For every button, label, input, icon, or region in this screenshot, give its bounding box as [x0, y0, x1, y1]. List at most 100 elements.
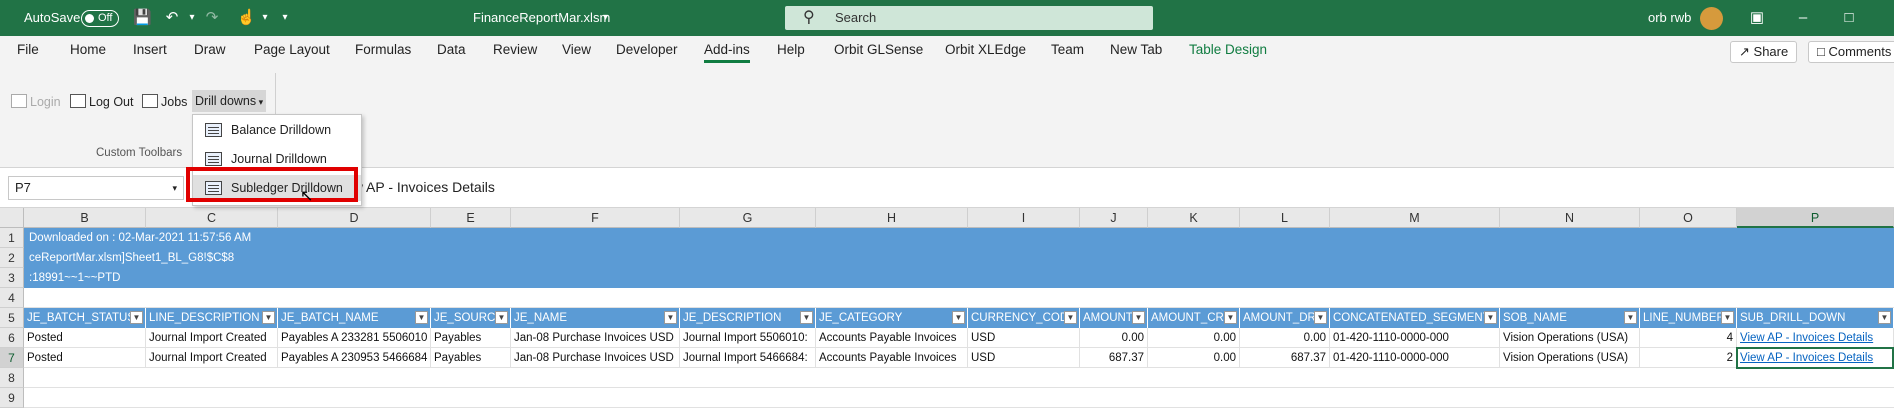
column-header[interactable]: L [1240, 208, 1330, 228]
column-header[interactable]: O [1640, 208, 1737, 228]
table-cell[interactable]: Jan-08 Purchase Invoices USD [511, 348, 680, 368]
table-header-cell[interactable]: AMOUNT_DR ▼ [1240, 308, 1330, 328]
row-header-selected[interactable]: 7 [0, 348, 24, 368]
tab-file[interactable]: File [17, 42, 39, 57]
column-header[interactable]: F [511, 208, 680, 228]
undo-icon[interactable]: ↶ [163, 9, 181, 27]
tab-developer[interactable]: Developer [616, 42, 678, 57]
table-header-cell[interactable]: SUB_DRILL_DOWN ▼ [1737, 308, 1894, 328]
source-reference[interactable]: ceReportMar.xlsm]Sheet1_BL_G8!$C$8 [29, 248, 234, 268]
table-cell[interactable]: 01-420-1110-0000-000 [1330, 348, 1500, 368]
empty-row[interactable] [24, 368, 1894, 388]
filter-dropdown-icon[interactable]: ▼ [952, 311, 965, 324]
tab-insert[interactable]: Insert [133, 42, 167, 57]
document-title[interactable]: FinanceReportMar.xlsm [473, 0, 610, 36]
filter-dropdown-icon[interactable]: ▼ [1721, 311, 1734, 324]
column-header[interactable]: C [146, 208, 278, 228]
table-header-cell[interactable]: JE_BATCH_NAME ▼ [278, 308, 431, 328]
table-cell[interactable]: Journal Import 5466684: [680, 348, 816, 368]
tab-orbit-xledge[interactable]: Orbit XLEdge [945, 42, 1026, 57]
column-header[interactable]: G [680, 208, 816, 228]
tab-view[interactable]: View [562, 42, 591, 57]
table-cell[interactable]: USD [968, 348, 1080, 368]
filter-dropdown-icon[interactable]: ▼ [130, 311, 143, 324]
comments-button[interactable]: □ Comments [1808, 41, 1894, 63]
table-cell[interactable]: Journal Import 5506010: [680, 328, 816, 348]
tab-formulas[interactable]: Formulas [355, 42, 411, 57]
touch-dropdown-icon[interactable]: ▾ [256, 9, 274, 27]
title-chevron-down-icon[interactable]: ▾ [603, 0, 608, 36]
row-header[interactable]: 8 [0, 368, 24, 388]
filter-dropdown-icon[interactable]: ▼ [1878, 311, 1891, 324]
tab-help[interactable]: Help [777, 42, 805, 57]
table-header-cell[interactable]: AMOUNT ▼ [1080, 308, 1148, 328]
period-reference[interactable]: :18991~~1~~PTD [29, 268, 120, 288]
table-cell[interactable]: Posted [24, 328, 146, 348]
column-header[interactable]: I [968, 208, 1080, 228]
formula-input[interactable]: ew AP - Invoices Details [345, 176, 495, 198]
column-header[interactable]: D [278, 208, 431, 228]
table-cell[interactable]: 0.00 [1240, 328, 1330, 348]
table-cell[interactable]: Vision Operations (USA) [1500, 328, 1640, 348]
logout-button[interactable]: Log Out [70, 94, 133, 109]
filter-dropdown-icon[interactable]: ▼ [1132, 311, 1145, 324]
table-header-cell[interactable]: CURRENCY_CODE ▼ [968, 308, 1080, 328]
table-cell[interactable]: Payables A 230953 5466684 [278, 348, 431, 368]
table-cell[interactable]: Payables A 233281 5506010 [278, 328, 431, 348]
filter-dropdown-icon[interactable]: ▼ [415, 311, 428, 324]
worksheet-grid[interactable]: B C D E F G H I J K L M N O P 1 2 3 4 5 … [0, 208, 1894, 408]
filter-dropdown-icon[interactable]: ▼ [1064, 311, 1077, 324]
table-cell[interactable]: Journal Import Created [146, 348, 278, 368]
table-cell[interactable]: Journal Import Created [146, 328, 278, 348]
drilldowns-button[interactable]: Drill downs ▾ [192, 90, 267, 112]
table-header-cell[interactable]: JE_NAME ▼ [511, 308, 680, 328]
tab-draw[interactable]: Draw [194, 42, 226, 57]
table-cell[interactable]: 0.00 [1148, 348, 1240, 368]
table-cell[interactable]: USD [968, 328, 1080, 348]
filter-dropdown-icon[interactable]: ▼ [1224, 311, 1237, 324]
share-button[interactable]: ↗ Share [1730, 41, 1798, 63]
save-icon[interactable]: 💾 [133, 9, 152, 27]
column-header[interactable]: J [1080, 208, 1148, 228]
tab-data[interactable]: Data [437, 42, 466, 57]
menu-item-balance-drilldown[interactable]: Balance Drilldown [193, 117, 361, 143]
table-header-cell[interactable]: LINE_DESCRIPTION ▼ [146, 308, 278, 328]
table-cell[interactable]: Posted [24, 348, 146, 368]
filter-dropdown-icon[interactable]: ▼ [1624, 311, 1637, 324]
table-header-cell[interactable]: LINE_NUMBER ▼ [1640, 308, 1737, 328]
table-cell[interactable]: Payables [431, 328, 511, 348]
table-header-cell[interactable]: JE_CATEGORY ▼ [816, 308, 968, 328]
row-header[interactable]: 5 [0, 308, 24, 328]
table-cell[interactable]: Accounts Payable Invoices [816, 348, 968, 368]
name-box[interactable]: P7 ▾ [8, 176, 184, 200]
redo-icon[interactable]: ↷ [203, 9, 221, 27]
filter-dropdown-icon[interactable]: ▼ [664, 311, 677, 324]
table-header-cell[interactable]: JE_DESCRIPTION ▼ [680, 308, 816, 328]
row-header[interactable]: 4 [0, 288, 24, 308]
tab-home[interactable]: Home [70, 42, 106, 57]
row-header[interactable]: 6 [0, 328, 24, 348]
filter-dropdown-icon[interactable]: ▼ [800, 311, 813, 324]
tab-new-tab[interactable]: New Tab [1110, 42, 1162, 57]
jobs-button[interactable]: Jobs [142, 94, 187, 109]
user-name[interactable]: orb rwb [1648, 0, 1691, 36]
filter-dropdown-icon[interactable]: ▼ [1484, 311, 1497, 324]
table-cell[interactable]: Vision Operations (USA) [1500, 348, 1640, 368]
column-header[interactable]: K [1148, 208, 1240, 228]
undo-dropdown-icon[interactable]: ▾ [183, 9, 201, 27]
touch-mode-icon[interactable]: ☝ [237, 9, 256, 27]
login-button[interactable]: Login [11, 94, 61, 109]
empty-row[interactable] [24, 388, 1894, 408]
column-header[interactable]: E [431, 208, 511, 228]
table-cell[interactable]: 687.37 [1080, 348, 1148, 368]
customize-qat-icon[interactable]: ▾ [276, 9, 294, 27]
table-header-cell[interactable]: AMOUNT_CR ▼ [1148, 308, 1240, 328]
search-box[interactable]: ⚲ Search [785, 6, 1153, 30]
table-cell[interactable]: 4 [1640, 328, 1737, 348]
minimize-icon[interactable]: – [1794, 9, 1812, 27]
table-header-cell[interactable]: CONCATENATED_SEGMENTS ▼ [1330, 308, 1500, 328]
download-timestamp[interactable]: Downloaded on : 02-Mar-2021 11:57:56 AM [29, 228, 251, 248]
tab-team[interactable]: Team [1051, 42, 1084, 57]
ribbon-display-icon[interactable]: ▣ [1748, 9, 1766, 27]
avatar[interactable] [1700, 7, 1723, 30]
